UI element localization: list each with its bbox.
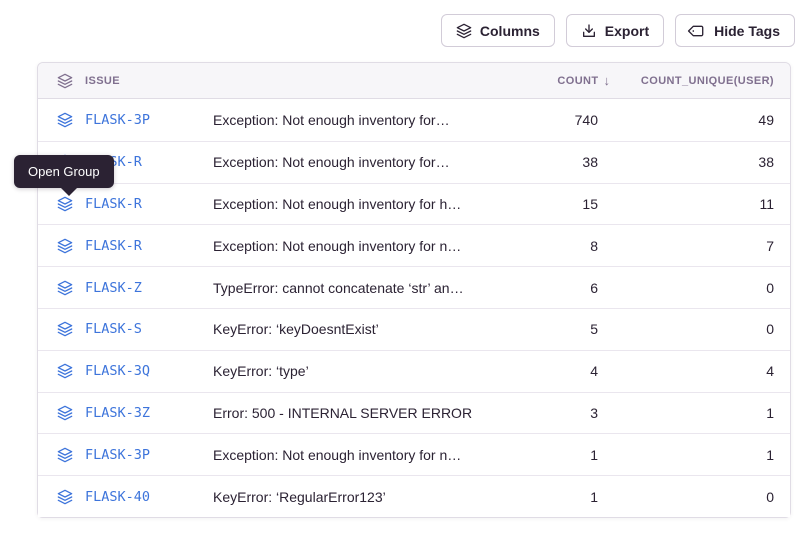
issue-cell: FLASK-3P [38, 447, 213, 463]
issue-layers-icon[interactable] [57, 280, 73, 296]
issue-link[interactable]: FLASK-3P [85, 112, 150, 128]
column-header-count[interactable]: COUNT ↓ [500, 73, 610, 88]
table-row: FLASK-Z TypeError: cannot concatenate ‘s… [38, 266, 790, 308]
columns-button[interactable]: Columns [441, 14, 555, 47]
issue-link[interactable]: FLASK-3Z [85, 405, 150, 421]
issue-cell: FLASK-40 [38, 489, 213, 505]
columns-button-label: Columns [480, 23, 540, 39]
count-unique-value: 1 [610, 447, 790, 463]
issue-link[interactable]: FLASK-R [85, 196, 142, 212]
count-unique-value: 1 [610, 405, 790, 421]
count-unique-value: 0 [610, 280, 790, 296]
count-unique-value: 11 [610, 196, 790, 212]
column-header-issue[interactable]: ISSUE [38, 73, 213, 89]
count-value: 5 [500, 321, 610, 337]
table-row: FLASK-S KeyError: ‘keyDoesntExist’ 5 0 [38, 308, 790, 350]
issue-cell: FLASK-S [38, 321, 213, 337]
issue-cell: FLASK-3Z [38, 405, 213, 421]
issue-cell: FLASK-R [38, 238, 213, 254]
issue-layers-icon[interactable] [57, 363, 73, 379]
issues-table: ISSUE COUNT ↓ COUNT_UNIQUE(USER) FLASK-3… [37, 62, 791, 518]
count-value: 1 [500, 447, 610, 463]
issue-title: Exception: Not enough inventory for n… [213, 238, 500, 254]
issue-cell: FLASK-R [38, 196, 213, 212]
layers-icon [57, 73, 73, 89]
hide-tags-button[interactable]: Hide Tags [675, 14, 795, 47]
issue-layers-icon[interactable] [57, 321, 73, 337]
issue-layers-icon[interactable] [57, 112, 73, 128]
issue-cell: FLASK-3P [38, 112, 213, 128]
issue-title: Exception: Not enough inventory for n… [213, 447, 500, 463]
issue-title: TypeError: cannot concatenate ‘str’ an… [213, 280, 500, 296]
issue-layers-icon[interactable] [57, 489, 73, 505]
issue-title: Error: 500 - INTERNAL SERVER ERROR [213, 405, 500, 421]
issue-title: KeyError: ‘RegularError123’ [213, 489, 500, 505]
count-unique-value: 0 [610, 321, 790, 337]
count-value: 1 [500, 489, 610, 505]
tooltip-caret [61, 188, 77, 196]
issue-link[interactable]: FLASK-Z [85, 280, 142, 296]
issue-title: Exception: Not enough inventory for… [213, 112, 500, 128]
table-row: FLASK-40 KeyError: ‘RegularError123’ 1 0 [38, 475, 790, 517]
count-value: 38 [500, 154, 610, 170]
issue-link[interactable]: FLASK-40 [85, 489, 150, 505]
tag-icon [687, 19, 710, 42]
issue-layers-icon[interactable] [57, 238, 73, 254]
count-value: 8 [500, 238, 610, 254]
count-unique-value: 38 [610, 154, 790, 170]
issue-title: KeyError: ‘keyDoesntExist’ [213, 321, 500, 337]
issue-link[interactable]: FLASK-3Q [85, 363, 150, 379]
column-header-count-unique[interactable]: COUNT_UNIQUE(USER) [610, 75, 790, 87]
hide-tags-button-label: Hide Tags [714, 23, 780, 39]
export-button[interactable]: Export [566, 14, 664, 47]
count-unique-value: 4 [610, 363, 790, 379]
toolbar: Columns Export Hide Tags [0, 14, 795, 47]
issue-cell: FLASK-3Q [38, 363, 213, 379]
count-value: 15 [500, 196, 610, 212]
issue-title: Exception: Not enough inventory for h… [213, 196, 500, 212]
layers-icon [456, 23, 472, 39]
issue-layers-icon[interactable] [57, 196, 73, 212]
table-row: FLASK-R Exception: Not enough inventory … [38, 224, 790, 266]
table-body: FLASK-3P Exception: Not enough inventory… [38, 99, 790, 517]
table-row: FLASK-R Exception: Not enough inventory … [38, 141, 790, 183]
count-value: 740 [500, 112, 610, 128]
download-icon [581, 23, 597, 39]
table-row: FLASK-3P Exception: Not enough inventory… [38, 433, 790, 475]
count-value: 4 [500, 363, 610, 379]
table-row: FLASK-3Z Error: 500 - INTERNAL SERVER ER… [38, 392, 790, 434]
issue-title: KeyError: ‘type’ [213, 363, 500, 379]
count-value: 6 [500, 280, 610, 296]
count-unique-value: 7 [610, 238, 790, 254]
count-unique-value: 49 [610, 112, 790, 128]
column-header-issue-label: ISSUE [85, 75, 120, 87]
issue-link[interactable]: FLASK-R [85, 238, 142, 254]
issue-layers-icon[interactable] [57, 405, 73, 421]
table-row: FLASK-3P Exception: Not enough inventory… [38, 99, 790, 141]
table-row: FLASK-R Exception: Not enough inventory … [38, 183, 790, 225]
column-header-count-unique-label: COUNT_UNIQUE(USER) [641, 75, 774, 87]
count-unique-value: 0 [610, 489, 790, 505]
open-group-tooltip: Open Group [14, 155, 114, 188]
table-row: FLASK-3Q KeyError: ‘type’ 4 4 [38, 350, 790, 392]
export-button-label: Export [605, 23, 649, 39]
issue-link[interactable]: FLASK-S [85, 321, 142, 337]
open-group-tooltip-label: Open Group [28, 164, 100, 179]
column-header-count-label: COUNT [557, 75, 598, 87]
table-header: ISSUE COUNT ↓ COUNT_UNIQUE(USER) [38, 63, 790, 99]
issue-title: Exception: Not enough inventory for… [213, 154, 500, 170]
issue-link[interactable]: FLASK-3P [85, 447, 150, 463]
count-value: 3 [500, 405, 610, 421]
issue-layers-icon[interactable] [57, 447, 73, 463]
discover-results-page: Columns Export Hide Tags ISSUE [0, 0, 807, 538]
issue-cell: FLASK-Z [38, 280, 213, 296]
